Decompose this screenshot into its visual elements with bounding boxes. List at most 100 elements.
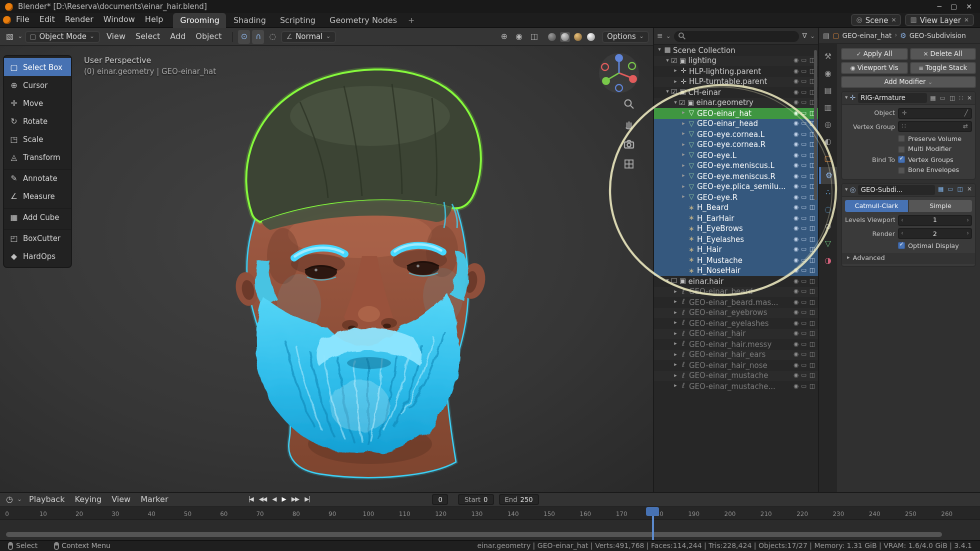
tool-annotate[interactable]: ✎ Annotate (4, 169, 71, 187)
toggle-screen-icon[interactable]: ▭ (801, 152, 807, 159)
next-keyframe-button[interactable]: ▶▶ (288, 494, 301, 506)
expand-icon[interactable]: ▸ (672, 383, 679, 389)
outliner-row-geo-einar-mustache[interactable]: ▸ ℓ GEO-einar_mustache ◉ ▭ ◫ (654, 371, 818, 382)
overlays-icon[interactable]: ◉ (512, 30, 525, 44)
toggle-eye-icon[interactable]: ◉ (793, 341, 798, 348)
catmull-clark-button[interactable]: Catmull-Clark (845, 199, 908, 212)
expand-icon[interactable]: ▸ (680, 121, 687, 127)
toggle-eye-icon[interactable]: ◉ (793, 225, 798, 232)
proportional-edit-icon[interactable]: ◌ (266, 30, 279, 44)
menu-help[interactable]: Help (140, 13, 168, 27)
editor-type-outliner-icon[interactable]: ≡ (657, 32, 663, 40)
breadcrumb-modifier[interactable]: GEO-Subdivision (909, 32, 966, 40)
toggle-eye-icon[interactable]: ◉ (793, 320, 798, 327)
close-button[interactable]: ✕ (966, 3, 972, 11)
toggle-camera-icon[interactable]: ◫ (809, 320, 815, 327)
realtime-toggle-icon[interactable]: ▭ (947, 186, 955, 193)
toggle-eye-icon[interactable]: ◉ (793, 152, 798, 159)
expand-icon[interactable]: ▾ (656, 47, 663, 53)
expand-icon[interactable]: ▸ (672, 68, 679, 74)
timeline-scrollbar[interactable] (6, 532, 942, 537)
collection-checkbox[interactable]: ☑ (671, 57, 677, 65)
expand-icon[interactable]: ▸ (672, 341, 679, 347)
expand-icon[interactable]: ▸ (672, 331, 679, 337)
outliner-row-scene-collection[interactable]: ▾ ▦ Scene Collection (654, 45, 818, 56)
menu-edit[interactable]: Edit (34, 13, 60, 27)
toggle-screen-icon[interactable]: ▭ (801, 89, 807, 96)
breadcrumb-object[interactable]: GEO-einar_hat (842, 32, 891, 40)
toggle-eye-icon[interactable]: ◉ (793, 257, 798, 264)
expand-icon[interactable]: ▾ (664, 58, 671, 64)
toggle-screen-icon[interactable]: ▭ (801, 194, 807, 201)
toggle-screen-icon[interactable]: ▭ (801, 362, 807, 369)
tool-scale[interactable]: ◳ Scale (4, 130, 71, 148)
toggle-eye-icon[interactable]: ◉ (793, 120, 798, 127)
timeline-ruler[interactable]: 0 10 20 30 40 50 60 70 80 90 100 110 120 130 140 150 160… (0, 507, 980, 520)
multi-modifier-checkbox[interactable]: Multi Modifier (898, 145, 972, 153)
outliner-scrollbar[interactable] (814, 50, 817, 200)
workspace-tab-grooming[interactable]: Grooming (173, 12, 227, 28)
toggle-camera-icon[interactable]: ◫ (809, 246, 815, 253)
outliner-row-geo-eye-r[interactable]: ▸ ▽ GEO-eye.R ◉ ▭ ◫ (654, 192, 818, 203)
toggle-camera-icon[interactable]: ◫ (809, 204, 815, 211)
expand-icon[interactable]: ▸ (680, 163, 687, 169)
advanced-panel-toggle[interactable]: ▸ Advanced (842, 252, 975, 264)
outliner-row-geo-einar-beard-mas[interactable]: ▸ ℓ GEO-einar_beard.mas... ◉ ▭ ◫ (654, 297, 818, 308)
transform-orientation-selector[interactable]: ∠ Normal ⌄ (281, 30, 336, 43)
render-toggle-icon[interactable]: ◫ (948, 95, 956, 102)
frame-start-field[interactable]: Start 0 (458, 494, 494, 505)
workspace-tab-scripting[interactable]: Scripting (273, 13, 323, 28)
toggle-eye-icon[interactable]: ◉ (793, 57, 798, 64)
outliner-row-lighting[interactable]: ▾ ☑ ▣ lighting ◉ ▭ ◫ (654, 56, 818, 67)
properties-tab-scene[interactable]: ◎ (819, 116, 837, 133)
tool-add-cube[interactable]: ▦ Add Cube (4, 208, 71, 226)
toggle-screen-icon[interactable]: ▭ (801, 351, 807, 358)
vertex-group-field[interactable]: ∷ ⇄ (898, 121, 972, 132)
snap-magnet-icon[interactable]: ∩ (252, 29, 265, 44)
outliner-row-geo-eye-l[interactable]: ▸ ▽ GEO-eye.L ◉ ▭ ◫ (654, 150, 818, 161)
tool-transform[interactable]: ◬ Transform (4, 148, 71, 166)
jump-to-start-button[interactable]: |◀ (245, 494, 256, 506)
toggle-camera-icon[interactable]: ◫ (809, 330, 815, 337)
expand-icon[interactable]: ▸ (672, 320, 679, 326)
tool-measure[interactable]: ∠ Measure (4, 187, 71, 205)
expand-icon[interactable]: ▸ (672, 310, 679, 316)
realtime-toggle-icon[interactable]: ▭ (939, 95, 947, 102)
xray-toggle-icon[interactable]: ◫ (527, 30, 541, 44)
toggle-camera-icon[interactable]: ◫ (809, 257, 815, 264)
editor-type-3d-viewport-icon[interactable]: ▧ (4, 32, 16, 41)
outliner-row-h-eyelashes[interactable]: ∗ H_Eyelashes ◉ ▭ ◫ (654, 234, 818, 245)
expand-icon[interactable]: ▾ (672, 100, 679, 106)
toolheader-menu-object[interactable]: Object (191, 30, 227, 44)
properties-tab-object-data[interactable]: ▽ (819, 235, 837, 252)
3d-viewport[interactable]: User Perspective (0) einar.geometry | GE… (0, 46, 653, 492)
tool-rotate[interactable]: ↻ Rotate (4, 112, 71, 130)
toggle-camera-icon[interactable]: ◫ (809, 267, 815, 274)
increment-icon[interactable]: › (967, 230, 969, 237)
maximize-button[interactable]: ▢ (951, 3, 958, 11)
toggle-eye-icon[interactable]: ◉ (793, 330, 798, 337)
toggle-eye-icon[interactable]: ◉ (793, 236, 798, 243)
toggle-eye-icon[interactable]: ◉ (793, 194, 798, 201)
toggle-camera-icon[interactable]: ◫ (809, 215, 815, 222)
modifier-name-field[interactable]: GEO-Subdi... (857, 184, 935, 195)
expand-icon[interactable]: ▸ (672, 352, 679, 358)
shading-material-icon[interactable] (573, 32, 583, 42)
outliner-row-geo-einar-hair-messy[interactable]: ▸ ℓ GEO-einar_hair.messy ◉ ▭ ◫ (654, 339, 818, 350)
bone-envelopes-checkbox[interactable]: Bone Envelopes (898, 166, 972, 174)
toggle-camera-icon[interactable]: ◫ (809, 309, 815, 316)
frame-end-field[interactable]: End 250 (498, 494, 539, 505)
toggle-screen-icon[interactable]: ▭ (801, 99, 807, 106)
navigation-gizmo[interactable] (597, 51, 641, 95)
toggle-camera-icon[interactable]: ◫ (809, 341, 815, 348)
toggle-eye-icon[interactable]: ◉ (793, 183, 798, 190)
toggle-eye-icon[interactable]: ◉ (793, 299, 798, 306)
toggle-screen-icon[interactable]: ▭ (801, 372, 807, 379)
armature-object-field[interactable]: ✛ ╱ (898, 107, 972, 119)
toggle-camera-icon[interactable]: ◫ (809, 383, 815, 390)
optimal-display-checkbox[interactable]: ✓ Optimal Display (898, 242, 972, 250)
menu-render[interactable]: Render (60, 13, 98, 27)
toolheader-menu-add[interactable]: Add (165, 30, 191, 44)
perspective-toggle-control[interactable] (623, 158, 635, 170)
collection-checkbox[interactable]: ☑ (671, 88, 677, 96)
